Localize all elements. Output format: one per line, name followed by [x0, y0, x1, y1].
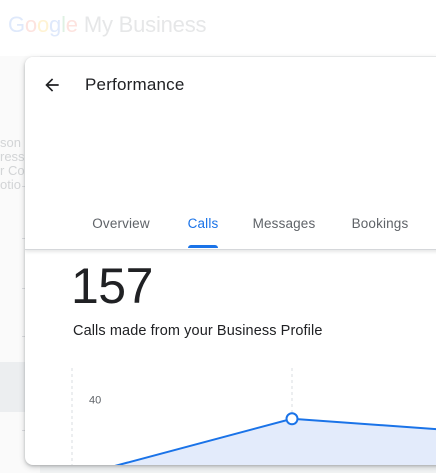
- performance-dialog: Performance Overview Calls Messages Book…: [25, 57, 436, 465]
- background-sidebar-block: [0, 362, 26, 412]
- tab-messages-label: Messages: [252, 216, 316, 231]
- calls-panel: 157 Calls made from your Business Profil…: [25, 250, 436, 465]
- page: Google My Business son resser r Co otio P…: [0, 0, 436, 473]
- calls-chart-svg: 4030: [71, 368, 436, 465]
- arrow-back-icon: [45, 78, 59, 92]
- calls-count: 157: [71, 258, 153, 314]
- background-logo: Google My Business: [8, 12, 207, 38]
- dialog-title: Performance: [85, 75, 185, 94]
- tab-overview[interactable]: Overview: [88, 207, 154, 249]
- background-logo-letter: o: [36, 12, 50, 37]
- background-app-header: Google My Business: [0, 0, 436, 56]
- background-logo-letter: e: [65, 12, 78, 37]
- tab-bookings[interactable]: Bookings: [347, 207, 413, 249]
- chart-tick-label: 40: [89, 394, 101, 406]
- calls-description: Calls made from your Business Profile: [73, 323, 323, 339]
- tab-calls-label: Calls: [187, 216, 219, 231]
- back-button[interactable]: [38, 71, 66, 99]
- background-logo-letter: G: [8, 12, 25, 37]
- active-tab-indicator: [188, 245, 218, 248]
- background-logo-letter: g: [49, 12, 62, 37]
- tab-messages[interactable]: Messages: [249, 207, 319, 249]
- dialog-header: Performance Overview Calls Messages Book…: [25, 57, 436, 250]
- tab-calls[interactable]: Calls: [183, 207, 223, 249]
- background-logo-text: My Business: [83, 12, 207, 37]
- background-logo-google: Google: [8, 12, 78, 37]
- tab-bookings-label: Bookings: [351, 216, 409, 231]
- chart-data-point: [285, 412, 299, 426]
- calls-chart: 4030: [25, 368, 436, 465]
- tab-bar: Overview Calls Messages Bookings: [25, 207, 436, 249]
- tab-overview-label: Overview: [92, 216, 150, 231]
- background-logo-letter: o: [24, 12, 37, 37]
